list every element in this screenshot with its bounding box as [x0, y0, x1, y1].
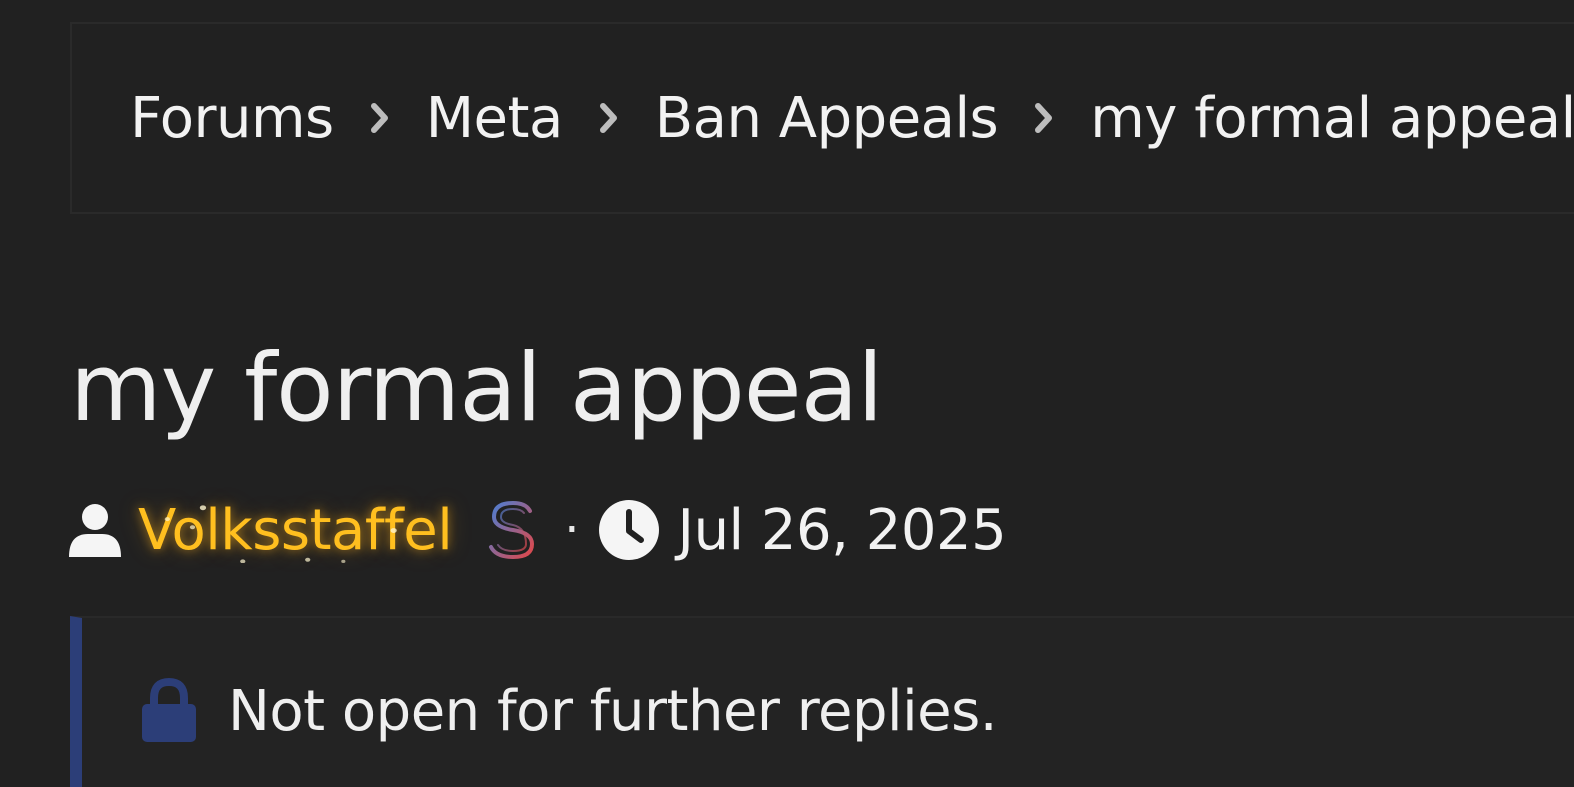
- clock-icon: [598, 499, 660, 561]
- notice-content: Not open for further replies.: [140, 677, 998, 744]
- notice-text: Not open for further replies.: [228, 678, 998, 744]
- author-username: Volksstaffel: [138, 497, 453, 563]
- breadcrumb: Forums Meta Ban Appeals my formal appeal: [70, 22, 1574, 214]
- page-title: my formal appeal: [70, 334, 883, 443]
- lock-icon: [140, 677, 198, 744]
- thread-locked-notice: Not open for further replies.: [70, 616, 1574, 787]
- breadcrumb-item-forums[interactable]: Forums: [130, 86, 334, 151]
- post-date-link[interactable]: Jul 26, 2025: [678, 498, 1007, 563]
- breadcrumb-item-ban-appeals[interactable]: Ban Appeals: [655, 86, 999, 151]
- chevron-right-icon: [334, 88, 426, 148]
- breadcrumb-item-meta[interactable]: Meta: [426, 86, 564, 151]
- thread-meta: Volksstaffel · Jul 26, 2025: [66, 480, 1007, 580]
- chevron-right-icon: [563, 88, 655, 148]
- breadcrumb-item-current-thread[interactable]: my formal appeal: [1090, 86, 1574, 151]
- chevron-right-icon: [998, 88, 1090, 148]
- dollar-sign-icon: [480, 491, 542, 569]
- meta-separator: ·: [564, 502, 580, 558]
- thread-page: Forums Meta Ban Appeals my formal appeal…: [0, 0, 1574, 787]
- user-icon: [66, 501, 124, 559]
- author-username-link[interactable]: Volksstaffel: [138, 497, 453, 563]
